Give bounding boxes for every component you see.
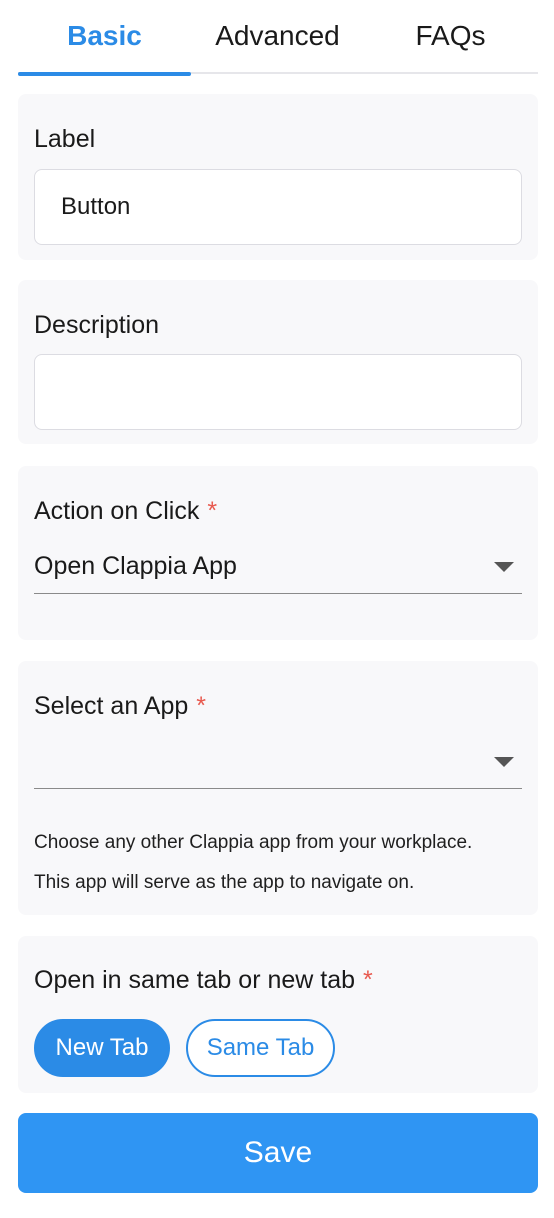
app-card: Select an App * Choose any other Clappia … (18, 661, 538, 915)
same-tab-option[interactable]: Same Tab (186, 1019, 335, 1077)
new-tab-option[interactable]: New Tab (34, 1019, 170, 1077)
action-select-value: Open Clappia App (34, 552, 237, 580)
tab-faqs[interactable]: FAQs (364, 0, 537, 74)
required-marker: * (196, 692, 207, 720)
label-card: Label (18, 94, 538, 260)
open-tab-title: Open in same tab or new tab * (34, 966, 373, 995)
tab-advanced[interactable]: Advanced (191, 0, 364, 74)
open-tab-title-text: Open in same tab or new tab (34, 966, 356, 994)
app-helper-line1: Choose any other Clappia app from your w… (34, 832, 473, 853)
required-marker: * (207, 497, 218, 525)
app-select[interactable] (34, 735, 522, 789)
action-title-text: Action on Click (34, 497, 200, 525)
action-title: Action on Click * (34, 497, 217, 526)
app-title-text: Select an App (34, 692, 189, 720)
settings-tabs: Basic Advanced FAQs (18, 0, 538, 76)
description-title: Description (34, 311, 160, 339)
save-button[interactable]: Save (18, 1113, 538, 1193)
tab-basic[interactable]: Basic (18, 0, 191, 76)
chevron-down-icon (494, 757, 514, 767)
description-card: Description (18, 280, 538, 444)
chevron-down-icon (494, 562, 514, 572)
label-input[interactable] (34, 169, 522, 245)
app-helper-line2: This app will serve as the app to naviga… (34, 872, 415, 893)
app-title: Select an App * (34, 692, 206, 721)
field-settings-panel: Basic Advanced FAQs Label Description Ac… (0, 0, 554, 1218)
description-input[interactable] (34, 354, 522, 430)
action-select[interactable]: Open Clappia App (34, 540, 522, 594)
action-card: Action on Click * Open Clappia App (18, 466, 538, 640)
required-marker: * (363, 966, 373, 994)
label-title: Label (34, 125, 96, 153)
open-tab-card: Open in same tab or new tab * New Tab Sam… (18, 936, 538, 1093)
